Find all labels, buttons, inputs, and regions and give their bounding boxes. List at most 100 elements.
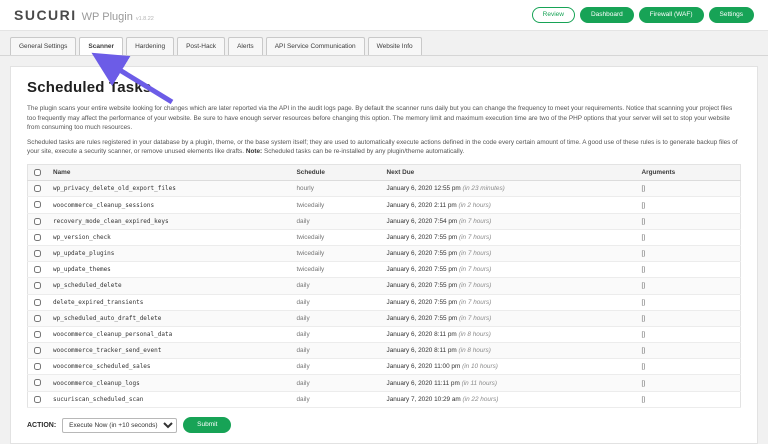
table-row: recovery_mode_clean_expired_keysdailyJan… xyxy=(28,213,741,229)
row-checkbox[interactable] xyxy=(34,315,41,322)
task-schedule: hourly xyxy=(291,181,381,197)
table-row: woocommerce_tracker_send_eventdailyJanua… xyxy=(28,343,741,359)
task-arguments: [] xyxy=(636,278,741,294)
row-checkbox[interactable] xyxy=(34,185,41,192)
row-checkbox-cell xyxy=(28,213,48,229)
task-schedule: twicedaily xyxy=(291,262,381,278)
task-arguments: [] xyxy=(636,391,741,407)
row-checkbox[interactable] xyxy=(34,250,41,257)
row-checkbox-cell xyxy=(28,359,48,375)
task-next-due: January 6, 2020 11:00 pm (in 10 hours) xyxy=(381,359,636,375)
task-arguments: [] xyxy=(636,197,741,213)
table-row: wp_privacy_delete_old_export_fileshourly… xyxy=(28,181,741,197)
review-button[interactable]: Review xyxy=(532,7,575,24)
tab-general-settings[interactable]: General Settings xyxy=(10,37,76,55)
task-arguments: [] xyxy=(636,343,741,359)
tab-hardening[interactable]: Hardening xyxy=(126,37,174,55)
tab-alerts[interactable]: Alerts xyxy=(228,37,263,55)
row-checkbox-cell xyxy=(28,245,48,261)
action-select[interactable]: Execute Now (in +10 seconds) xyxy=(62,418,177,433)
task-name: woocommerce_cleanup_sessions xyxy=(47,197,291,213)
task-next-due: January 6, 2020 12:55 pm (in 23 minutes) xyxy=(381,181,636,197)
action-row: ACTION: Execute Now (in +10 seconds) Sub… xyxy=(27,417,741,434)
firewall-waf-button[interactable]: Firewall (WAF) xyxy=(639,7,704,24)
note-label: Note: xyxy=(246,148,262,155)
task-schedule: twicedaily xyxy=(291,245,381,261)
brand: SUCURI WP Plugin v1.8.22 xyxy=(14,7,154,23)
row-checkbox[interactable] xyxy=(34,234,41,241)
row-checkbox-cell xyxy=(28,229,48,245)
task-schedule: daily xyxy=(291,278,381,294)
version-label: v1.8.22 xyxy=(136,16,154,22)
row-checkbox[interactable] xyxy=(34,266,41,273)
row-checkbox-cell xyxy=(28,278,48,294)
task-schedule: daily xyxy=(291,343,381,359)
dashboard-button[interactable]: Dashboard xyxy=(580,7,634,24)
row-checkbox[interactable] xyxy=(34,347,41,354)
select-all-checkbox[interactable] xyxy=(34,169,41,176)
task-arguments: [] xyxy=(636,294,741,310)
tab-bar: General SettingsScannerHardeningPost-Hac… xyxy=(0,31,768,56)
tab-post-hack[interactable]: Post-Hack xyxy=(177,37,225,55)
table-row: wp_scheduled_deletedailyJanuary 6, 2020 … xyxy=(28,278,741,294)
task-next-due: January 6, 2020 7:55 pm (in 7 hours) xyxy=(381,245,636,261)
row-checkbox-cell xyxy=(28,375,48,391)
task-next-due: January 6, 2020 8:11 pm (in 8 hours) xyxy=(381,343,636,359)
task-name: wp_privacy_delete_old_export_files xyxy=(47,181,291,197)
table-row: wp_update_pluginstwicedailyJanuary 6, 20… xyxy=(28,245,741,261)
task-schedule: daily xyxy=(291,359,381,375)
task-name: woocommerce_cleanup_personal_data xyxy=(47,326,291,342)
tab-website-info[interactable]: Website Info xyxy=(368,37,422,55)
task-name: sucuriscan_scheduled_scan xyxy=(47,391,291,407)
row-checkbox[interactable] xyxy=(34,379,41,386)
row-checkbox[interactable] xyxy=(34,396,41,403)
row-checkbox-cell xyxy=(28,262,48,278)
action-label: ACTION: xyxy=(27,422,56,429)
row-checkbox-cell xyxy=(28,310,48,326)
task-next-due: January 6, 2020 7:55 pm (in 7 hours) xyxy=(381,262,636,278)
topbar-buttons: Review Dashboard Firewall (WAF) Settings xyxy=(532,7,754,24)
row-checkbox[interactable] xyxy=(34,299,41,306)
row-checkbox[interactable] xyxy=(34,331,41,338)
tab-api-service-communication[interactable]: API Service Communication xyxy=(266,37,365,55)
table-row: woocommerce_cleanup_personal_datadailyJa… xyxy=(28,326,741,342)
task-arguments: [] xyxy=(636,229,741,245)
row-checkbox[interactable] xyxy=(34,363,41,370)
task-schedule: daily xyxy=(291,213,381,229)
table-row: woocommerce_scheduled_salesdailyJanuary … xyxy=(28,359,741,375)
column-header-arguments: Arguments xyxy=(636,165,741,181)
select-all-cell xyxy=(28,165,48,181)
row-checkbox[interactable] xyxy=(34,282,41,289)
task-next-due: January 6, 2020 2:11 pm (in 2 hours) xyxy=(381,197,636,213)
task-name: wp_update_plugins xyxy=(47,245,291,261)
task-name: woocommerce_scheduled_sales xyxy=(47,359,291,375)
row-checkbox-cell xyxy=(28,326,48,342)
table-row: wp_update_themestwicedailyJanuary 6, 202… xyxy=(28,262,741,278)
task-next-due: January 6, 2020 11:11 pm (in 11 hours) xyxy=(381,375,636,391)
task-next-due: January 6, 2020 7:55 pm (in 7 hours) xyxy=(381,294,636,310)
scheduled-tasks-table: Name Schedule Next Due Arguments wp_priv… xyxy=(27,164,741,408)
task-name: woocommerce_tracker_send_event xyxy=(47,343,291,359)
task-next-due: January 6, 2020 7:55 pm (in 7 hours) xyxy=(381,310,636,326)
sucuri-logo: SUCURI xyxy=(14,7,77,23)
table-header-row: Name Schedule Next Due Arguments xyxy=(28,165,741,181)
row-checkbox[interactable] xyxy=(34,218,41,225)
column-header-next-due: Next Due xyxy=(381,165,636,181)
task-arguments: [] xyxy=(636,359,741,375)
task-name: recovery_mode_clean_expired_keys xyxy=(47,213,291,229)
task-name: wp_scheduled_delete xyxy=(47,278,291,294)
column-header-name: Name xyxy=(47,165,291,181)
task-schedule: twicedaily xyxy=(291,229,381,245)
note-text: Scheduled tasks can be re-installed by a… xyxy=(264,148,464,155)
task-name: wp_version_check xyxy=(47,229,291,245)
task-name: delete_expired_transients xyxy=(47,294,291,310)
task-schedule: daily xyxy=(291,326,381,342)
task-arguments: [] xyxy=(636,326,741,342)
row-checkbox[interactable] xyxy=(34,201,41,208)
submit-button[interactable]: Submit xyxy=(183,417,231,434)
task-schedule: twicedaily xyxy=(291,197,381,213)
task-schedule: daily xyxy=(291,310,381,326)
settings-button[interactable]: Settings xyxy=(709,7,755,24)
task-schedule: daily xyxy=(291,294,381,310)
tab-scanner[interactable]: Scanner xyxy=(79,37,123,55)
